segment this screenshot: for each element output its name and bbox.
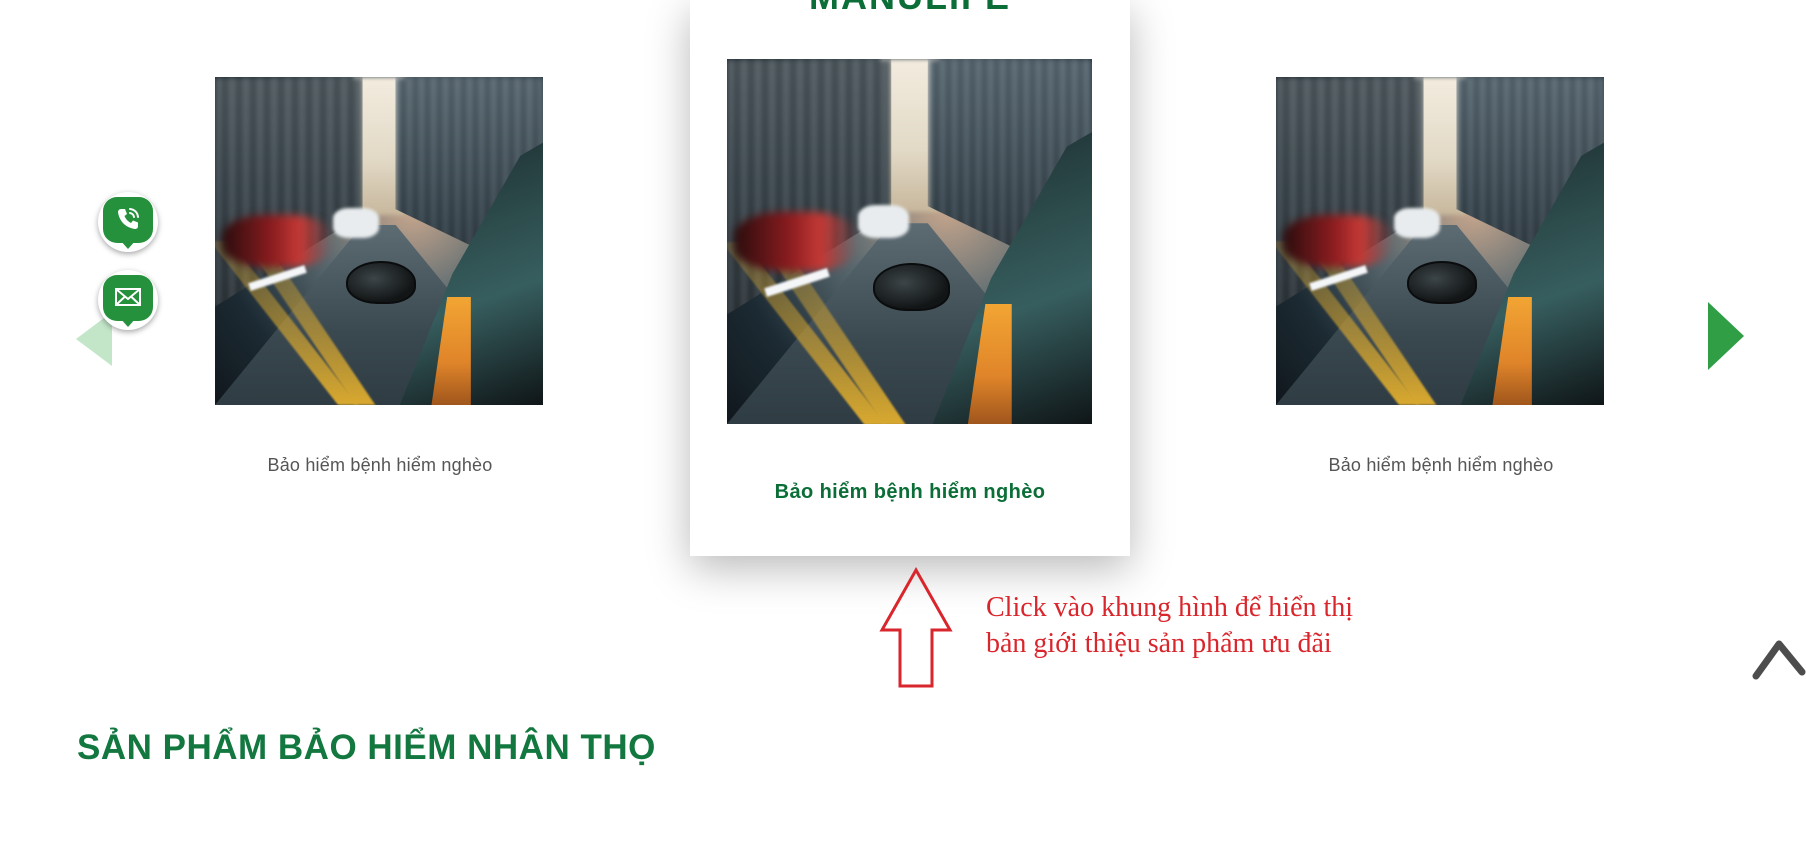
chevron-up-icon (1752, 640, 1806, 680)
mail-icon (115, 288, 141, 306)
hint-line-2: bản giới thiệu sản phẩm ưu đãi (986, 628, 1332, 659)
product-caption: Bảo hiểm bệnh hiểm nghèo (774, 481, 1046, 503)
hint-line-1: Click vào khung hình để hiển thị (986, 592, 1354, 623)
product-image (1276, 77, 1604, 405)
product-image (727, 59, 1092, 424)
hint-text: Click vào khung hình để hiển thị bản giớ… (986, 590, 1353, 662)
product-caption: Bảo hiểm bệnh hiểm nghèo (267, 455, 493, 475)
section-title: SẢN PHẨM BẢO HIỂM NHÂN THỌ (77, 728, 656, 767)
slider-next-button[interactable] (1708, 302, 1744, 370)
up-arrow-outline-icon (879, 566, 953, 688)
product-card-active[interactable]: MANULIFE Bảo hiểm bệnh hiểm nghèo (690, 0, 1130, 556)
product-image (215, 77, 543, 405)
phone-icon (118, 208, 139, 229)
product-caption: Bảo hiểm bệnh hiểm nghèo (1328, 455, 1554, 475)
product-card-right[interactable]: Bảo hiểm bệnh hiểm nghèo (1276, 77, 1606, 476)
email-button[interactable] (98, 270, 158, 330)
card-brand-title: MANULIFE (690, 0, 1130, 18)
call-button[interactable] (98, 192, 158, 252)
back-to-top-button[interactable] (1752, 632, 1806, 680)
product-card-left[interactable]: Bảo hiểm bệnh hiểm nghèo (215, 77, 545, 476)
